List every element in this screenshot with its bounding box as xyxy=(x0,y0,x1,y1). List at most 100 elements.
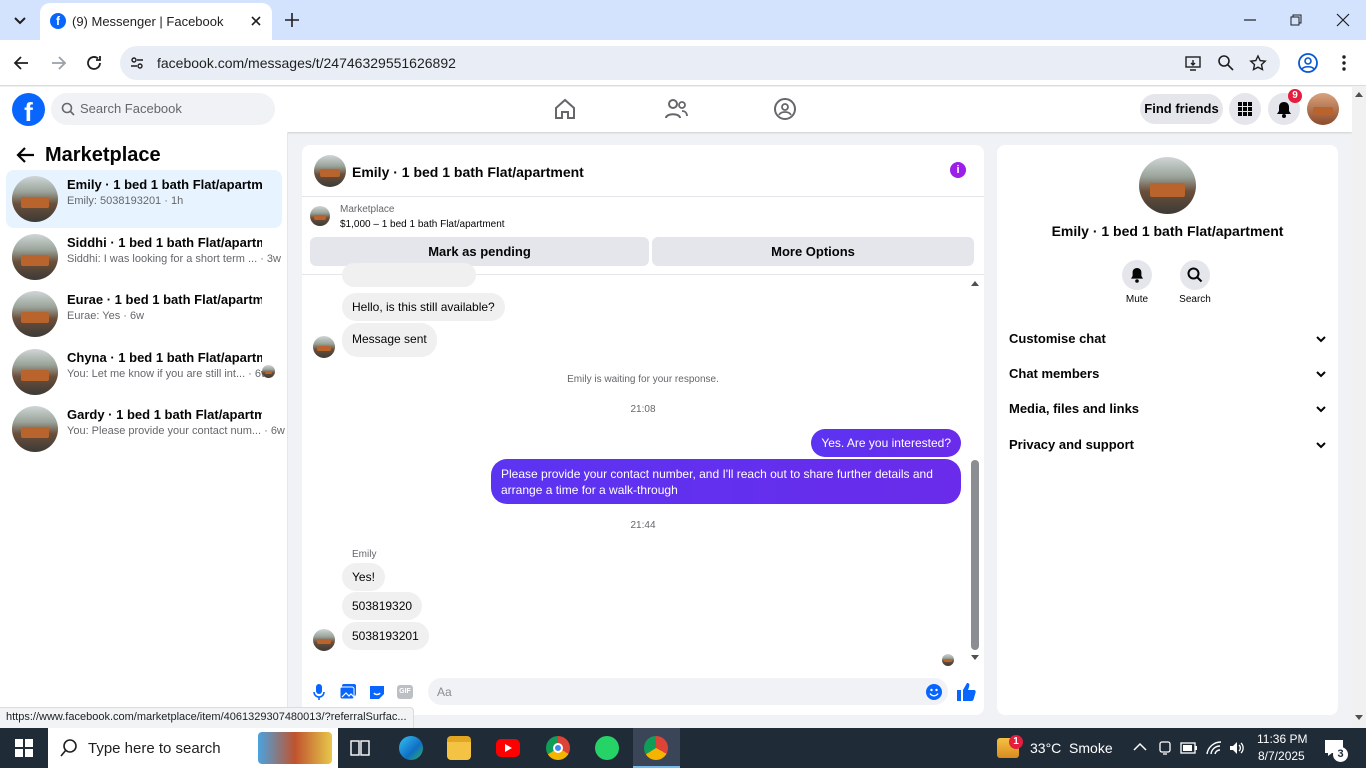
timestamp: 21:08 xyxy=(630,404,656,415)
info-name: Emily · 1 bed 1 bath Flat/apartment xyxy=(1051,223,1284,239)
volume-icon[interactable] xyxy=(1228,740,1246,756)
file-explorer-icon[interactable] xyxy=(447,736,471,760)
windows-start-icon[interactable] xyxy=(15,739,33,757)
photo-icon[interactable] xyxy=(339,683,357,701)
profile-avatar[interactable] xyxy=(1307,93,1339,125)
marketplace-sidebar: Marketplace Emily · 1 bed 1 bath Flat/ap… xyxy=(0,132,288,707)
forward-icon[interactable] xyxy=(48,53,68,73)
url-text: facebook.com/messages/t/2474632955162689… xyxy=(157,55,456,71)
back-arrow-icon[interactable] xyxy=(16,146,36,164)
section-customise-chat[interactable]: Customise chat xyxy=(1009,331,1327,351)
find-friends-button[interactable]: Find friends xyxy=(1140,94,1223,124)
message-bubble-incoming: 5038193201 xyxy=(342,622,429,650)
conversation-avatar xyxy=(12,406,58,452)
install-app-icon[interactable] xyxy=(1184,54,1202,72)
mark-as-pending-button[interactable]: Mark as pending xyxy=(310,237,649,266)
section-chat-members[interactable]: Chat members xyxy=(1009,366,1327,386)
windows-taskbar: Type here to search 1 33°C Smoke 11:36 P… xyxy=(0,728,1366,768)
microphone-icon[interactable] xyxy=(312,683,326,701)
scroll-up-icon[interactable] xyxy=(970,279,980,287)
search-icon xyxy=(61,102,75,116)
facebook-logo-icon[interactable]: f xyxy=(12,93,45,127)
weather-text[interactable]: 33°C Smoke xyxy=(1030,740,1113,756)
weather-badge: 1 xyxy=(1009,735,1023,749)
site-info-icon[interactable] xyxy=(129,55,145,71)
profile-icon[interactable] xyxy=(1297,52,1319,74)
page-scrollbar[interactable] xyxy=(1352,87,1366,728)
zoom-icon[interactable] xyxy=(1217,54,1235,72)
conversation-avatar xyxy=(12,291,58,337)
edge-icon[interactable] xyxy=(399,736,423,760)
clock-date[interactable]: 8/7/2025 xyxy=(1258,749,1305,763)
chat-panel: Emily · 1 bed 1 bath Flat/apartment i Ma… xyxy=(302,145,984,715)
grid-menu-icon xyxy=(1238,102,1252,116)
taskbar-search-box[interactable]: Type here to search xyxy=(48,728,338,768)
groups-icon[interactable] xyxy=(773,97,797,121)
message-input[interactable]: Aa xyxy=(428,678,948,705)
facebook-search-input[interactable]: Search Facebook xyxy=(51,93,275,125)
show-hidden-icons-icon[interactable] xyxy=(1133,742,1147,752)
conversation-item[interactable]: Emily · 1 bed 1 bath Flat/apartment Emil… xyxy=(6,170,282,228)
listing-thumbnail[interactable] xyxy=(310,206,330,226)
conversation-item[interactable]: Siddhi · 1 bed 1 bath Flat/apartment Sid… xyxy=(6,228,282,286)
browser-menu-icon[interactable] xyxy=(1336,53,1352,73)
restore-icon[interactable] xyxy=(1288,12,1304,28)
notifications-badge: 9 xyxy=(1288,89,1302,103)
chrome-active-taskbar-button[interactable] xyxy=(633,728,680,768)
close-window-icon[interactable] xyxy=(1335,12,1351,28)
chrome-icon xyxy=(644,736,668,760)
chrome-icon[interactable] xyxy=(546,736,570,760)
scroll-up-icon[interactable] xyxy=(1355,91,1363,97)
close-tab-icon[interactable] xyxy=(248,13,264,29)
meet-now-icon[interactable] xyxy=(1157,740,1173,756)
mute-button[interactable] xyxy=(1122,260,1152,290)
bookmark-star-icon[interactable] xyxy=(1249,54,1267,72)
sticker-icon[interactable] xyxy=(368,683,386,701)
address-bar[interactable]: facebook.com/messages/t/2474632955162689… xyxy=(120,46,1280,80)
browser-tab-active[interactable]: f (9) Messenger | Facebook xyxy=(40,3,272,40)
timestamp: 21:44 xyxy=(630,520,656,531)
message-thread[interactable]: Hello, is this still available? Message … xyxy=(302,263,984,674)
section-label: Customise chat xyxy=(1009,331,1106,346)
home-icon[interactable] xyxy=(553,97,577,121)
friends-icon[interactable] xyxy=(663,97,689,121)
conversation-item[interactable]: Gardy · 1 bed 1 bath Flat/apartment You:… xyxy=(6,400,285,458)
tab-search-button[interactable] xyxy=(8,8,32,32)
emoji-icon[interactable] xyxy=(926,684,942,700)
battery-icon[interactable] xyxy=(1180,741,1198,755)
search-icon xyxy=(60,739,77,757)
tab-title: (9) Messenger | Facebook xyxy=(72,14,224,29)
youtube-icon[interactable] xyxy=(496,739,520,757)
more-options-button[interactable]: More Options xyxy=(652,237,974,266)
back-icon[interactable] xyxy=(12,53,32,73)
browser-tabstrip: f (9) Messenger | Facebook xyxy=(0,0,1366,40)
thumbs-up-icon[interactable] xyxy=(956,682,976,702)
chat-title[interactable]: Emily · 1 bed 1 bath Flat/apartment xyxy=(352,164,584,180)
whatsapp-icon[interactable] xyxy=(595,736,619,760)
taskbar-search-placeholder: Type here to search xyxy=(88,740,221,757)
notification-count: 3 xyxy=(1333,747,1348,762)
conversation-item[interactable]: Chyna · 1 bed 1 bath Flat/apartm... You:… xyxy=(6,343,282,401)
conversation-avatar xyxy=(12,349,58,395)
scroll-down-icon[interactable] xyxy=(1355,715,1363,721)
gif-icon[interactable]: GIF xyxy=(397,685,413,699)
clock-time[interactable]: 11:36 PM xyxy=(1257,732,1307,746)
minimize-icon[interactable] xyxy=(1242,12,1258,28)
chat-avatar[interactable] xyxy=(314,155,346,187)
info-icon[interactable]: i xyxy=(950,162,966,178)
wifi-icon[interactable] xyxy=(1205,740,1223,756)
scroll-down-icon[interactable] xyxy=(970,654,980,662)
conversation-preview: You: Let me know if you are still int...… xyxy=(67,368,269,380)
thread-scrollbar-thumb[interactable] xyxy=(971,460,979,650)
message-bubble-incoming: Yes! xyxy=(342,563,385,591)
conversation-item[interactable]: Eurae · 1 bed 1 bath Flat/apartment Eura… xyxy=(6,285,282,343)
task-view-icon[interactable] xyxy=(350,738,370,758)
reload-icon[interactable] xyxy=(84,53,104,73)
section-media-files-links[interactable]: Media, files and links xyxy=(1009,401,1327,421)
section-privacy-support[interactable]: Privacy and support xyxy=(1009,437,1327,457)
status-bar-link: https://www.facebook.com/marketplace/ite… xyxy=(0,707,414,729)
new-tab-icon[interactable] xyxy=(283,11,301,29)
search-chat-button[interactable] xyxy=(1180,260,1210,290)
menu-button[interactable] xyxy=(1229,93,1261,125)
listing-price-title[interactable]: $1,000 – 1 bed 1 bath Flat/apartment xyxy=(340,219,505,230)
